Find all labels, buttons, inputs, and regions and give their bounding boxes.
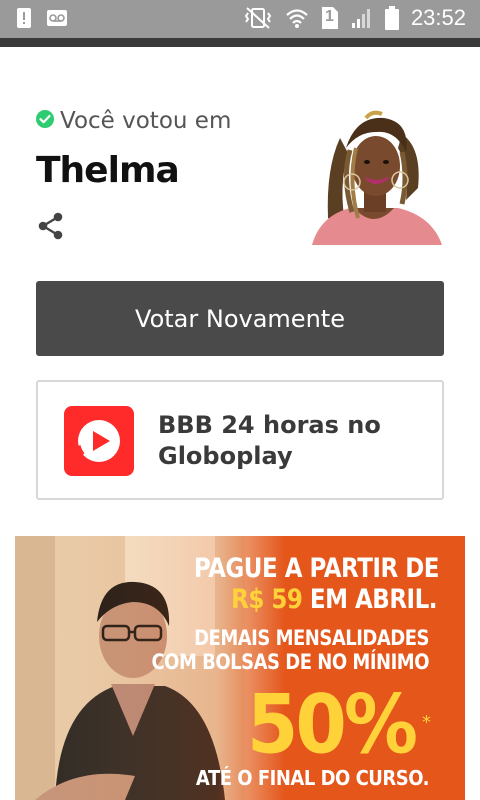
status-bar: 1 23:52 [0,0,480,38]
alert-icon [16,7,32,29]
wifi-icon [285,7,309,29]
ad-subline-1: DEMAIS MENSALIDADES [194,625,429,652]
vote-again-button[interactable]: Votar Novamente [36,281,444,356]
ad-price-suffix: EM ABRIL. [302,585,438,615]
app-header-strip [0,38,480,47]
ad-footer-line: ATÉ O FINAL DO CURSO. [195,766,430,791]
sim-icon: 1 [321,6,339,30]
battery-icon [384,6,399,30]
candidate-photo [306,108,444,245]
ad-price: R$ 59 [231,585,303,615]
ad-price-line: R$ 59 EM ABRIL. [231,585,437,615]
voicemail-icon [46,8,68,28]
globoplay-card-title: BBB 24 horas no Globoplay [158,411,381,470]
globoplay-card[interactable]: BBB 24 horas no Globoplay [36,380,444,500]
check-circle-icon [36,109,54,133]
vibrate-icon [243,6,273,30]
voted-label: Você votou em [60,108,232,134]
clock: 23:52 [410,5,466,30]
candidate-name: Thelma [36,150,180,191]
share-icon[interactable] [38,212,64,245]
ad-discount: 50% [246,677,418,773]
vote-confirmation: Você votou em [36,108,231,134]
ad-asterisk: * [422,712,431,733]
ad-banner[interactable]: PAGUE A PARTIR DE R$ 59 EM ABRIL. DEMAIS… [15,536,465,800]
ad-copy: PAGUE A PARTIR DE R$ 59 EM ABRIL. DEMAIS… [151,536,453,800]
globoplay-play-icon [64,406,134,476]
ad-headline: PAGUE A PARTIR DE [193,554,440,584]
signal-icon [351,7,373,29]
ad-subline-2: COM BOLSAS DE NO MÍNIMO [151,649,429,676]
